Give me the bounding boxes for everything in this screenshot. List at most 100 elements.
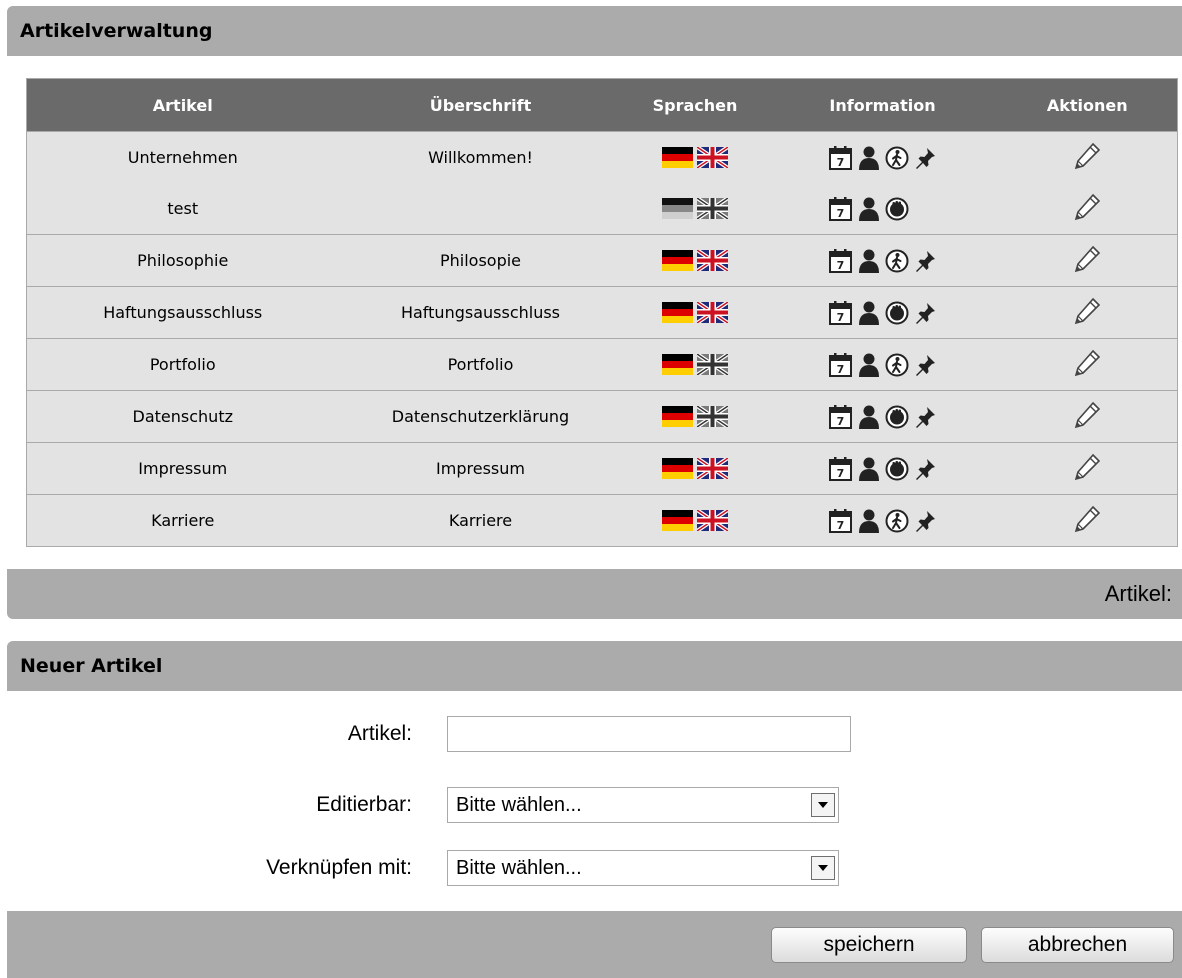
column-header-information: Information [767, 78, 998, 132]
pencil-icon[interactable] [1073, 297, 1101, 329]
german-flag-icon[interactable] [662, 147, 693, 168]
calendar-icon[interactable]: 7 [828, 508, 853, 534]
new-article-panel-footer: speichern abbrechen [7, 911, 1182, 978]
calendar-icon[interactable]: 7 [828, 196, 853, 222]
table-row: test 7 [26, 183, 1178, 235]
information-cell: 7 [767, 234, 998, 287]
information-cell: 7 [767, 183, 998, 235]
languages-cell [622, 286, 768, 339]
column-header-article[interactable]: Artikel [26, 78, 339, 132]
pencil-icon[interactable] [1073, 401, 1101, 433]
user-icon[interactable] [857, 145, 881, 171]
german-flag-icon[interactable] [662, 458, 693, 479]
user-icon[interactable] [857, 248, 881, 274]
information-cell: 7 [767, 494, 998, 547]
german-flag-inactive-icon[interactable] [662, 198, 693, 219]
save-button[interactable]: speichern [771, 926, 967, 963]
information-cell: 7 [767, 442, 998, 495]
user-icon[interactable] [857, 352, 881, 378]
calendar-icon[interactable]: 7 [828, 248, 853, 274]
actions-cell [997, 286, 1178, 339]
german-flag-icon[interactable] [662, 250, 693, 271]
hand-stop-icon[interactable] [885, 301, 909, 325]
cancel-button[interactable]: abbrechen [981, 926, 1174, 963]
svg-text:7: 7 [836, 259, 844, 272]
pencil-icon[interactable] [1073, 349, 1101, 381]
walker-icon[interactable] [885, 249, 909, 273]
chevron-down-icon[interactable] [811, 856, 835, 880]
article-name-cell: Unternehmen [26, 131, 339, 183]
article-field-label: Artikel: [347, 722, 412, 745]
german-flag-icon[interactable] [662, 510, 693, 531]
information-icons: 7 [828, 508, 937, 534]
new-article-panel: Neuer Artikel Artikel: Editierbar: Bitte… [7, 641, 1182, 978]
user-icon[interactable] [857, 404, 881, 430]
pin-icon[interactable] [913, 353, 937, 377]
article-name-input[interactable] [447, 716, 851, 752]
pin-icon[interactable] [913, 301, 937, 325]
pin-icon[interactable] [913, 457, 937, 481]
uk-flag-inactive-icon[interactable] [695, 196, 730, 221]
calendar-icon[interactable]: 7 [828, 300, 853, 326]
article-heading-cell: Impressum [338, 442, 623, 495]
chevron-down-icon[interactable] [811, 793, 835, 817]
uk-flag-icon[interactable] [695, 145, 730, 170]
pin-icon[interactable] [913, 405, 937, 429]
articles-panel-title: Artikelverwaltung [20, 20, 213, 42]
hand-stop-icon[interactable] [885, 197, 909, 221]
user-icon[interactable] [857, 456, 881, 482]
article-heading-cell: Karriere [338, 494, 623, 547]
uk-flag-inactive-icon[interactable] [695, 404, 730, 429]
article-heading-cell [338, 183, 623, 235]
user-icon[interactable] [857, 508, 881, 534]
svg-text:7: 7 [836, 311, 844, 324]
pencil-icon[interactable] [1073, 193, 1101, 225]
information-icons: 7 [828, 196, 937, 222]
user-icon[interactable] [857, 196, 881, 222]
pin-icon[interactable] [913, 509, 937, 533]
form-row-editable: Editierbar: Bitte wählen... [7, 785, 1182, 825]
walker-icon[interactable] [885, 146, 909, 170]
calendar-icon[interactable]: 7 [828, 145, 853, 171]
pin-icon[interactable] [913, 249, 937, 273]
uk-flag-icon[interactable] [695, 300, 730, 325]
uk-flag-icon[interactable] [695, 248, 730, 273]
actions-cell [997, 131, 1178, 183]
calendar-icon[interactable]: 7 [828, 456, 853, 482]
hand-stop-icon[interactable] [885, 405, 909, 429]
link-field-label: Verknüpfen mit: [266, 856, 412, 879]
articles-table-body: Unternehmen Willkommen! 7 test 7 Philosophie P… [26, 131, 1178, 547]
pin-icon[interactable] [913, 146, 937, 170]
column-header-actions: Aktionen [997, 78, 1178, 132]
articles-table: Artikel Überschrift Sprachen Information… [26, 78, 1178, 547]
pencil-icon[interactable] [1073, 505, 1101, 537]
link-select[interactable]: Bitte wählen... [447, 850, 839, 886]
form-row-article: Artikel: [7, 714, 1182, 754]
german-flag-icon[interactable] [662, 302, 693, 323]
uk-flag-icon[interactable] [695, 508, 730, 533]
table-row: Unternehmen Willkommen! 7 [26, 131, 1178, 183]
articles-table-wrap: Artikel Überschrift Sprachen Information… [26, 78, 1178, 547]
user-icon[interactable] [857, 300, 881, 326]
german-flag-icon[interactable] [662, 354, 693, 375]
table-row: Impressum Impressum 7 [26, 442, 1178, 495]
new-article-panel-header: Neuer Artikel [7, 641, 1182, 691]
pencil-icon[interactable] [1073, 245, 1101, 277]
calendar-icon[interactable]: 7 [828, 352, 853, 378]
walker-icon[interactable] [885, 353, 909, 377]
table-row: Haftungsausschluss Haftungsausschluss 7 [26, 286, 1178, 339]
hand-stop-icon[interactable] [885, 457, 909, 481]
pencil-icon[interactable] [1073, 142, 1101, 174]
article-name-cell: Philosophie [26, 234, 339, 287]
languages-cell [622, 338, 768, 391]
calendar-icon[interactable]: 7 [828, 404, 853, 430]
information-icons: 7 [828, 300, 937, 326]
languages-cell [622, 494, 768, 547]
pencil-icon[interactable] [1073, 453, 1101, 485]
uk-flag-icon[interactable] [695, 456, 730, 481]
column-header-heading[interactable]: Überschrift [338, 78, 623, 132]
walker-icon[interactable] [885, 509, 909, 533]
editable-select[interactable]: Bitte wählen... [447, 787, 839, 823]
uk-flag-inactive-icon[interactable] [695, 352, 730, 377]
german-flag-icon[interactable] [662, 406, 693, 427]
